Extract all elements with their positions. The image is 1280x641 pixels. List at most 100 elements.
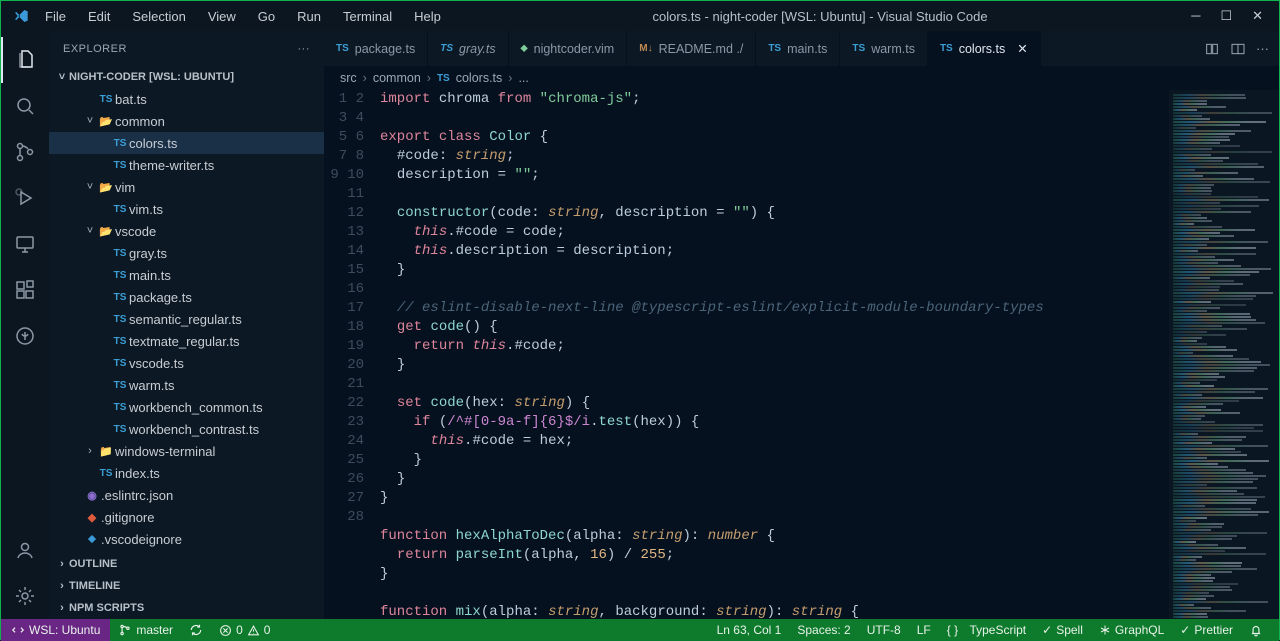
tree-file[interactable]: TSgray.ts (49, 242, 324, 264)
sync-icon[interactable] (181, 619, 211, 641)
tree-folder[interactable]: ˅📂common (49, 110, 324, 132)
notifications-icon[interactable] (1241, 619, 1271, 641)
status-bar: WSL: Ubuntu master 0 0 Ln 63, Col 1 Spac… (1, 619, 1279, 641)
breadcrumb-seg[interactable]: src (340, 71, 357, 85)
explorer-more-icon[interactable]: ··· (298, 43, 311, 55)
tree-file[interactable]: TSworkbench_common.ts (49, 396, 324, 418)
tree-file[interactable]: TStextmate_regular.ts (49, 330, 324, 352)
remote-indicator[interactable]: WSL: Ubuntu (1, 619, 110, 641)
tree-file[interactable]: TSmain.ts (49, 264, 324, 286)
breadcrumb-more[interactable]: ... (518, 71, 528, 85)
problems-indicator[interactable]: 0 0 (211, 619, 278, 641)
editor-tab[interactable]: ⬥nightcoder.vim (509, 31, 628, 66)
close-icon[interactable]: ✕ (1252, 8, 1263, 24)
tree-file[interactable]: ◆.gitignore (49, 506, 324, 528)
tree-file[interactable]: TSbat.ts (49, 88, 324, 110)
tree-folder[interactable]: ›📁windows-terminal (49, 440, 324, 462)
explorer-sidebar: EXPLORER ··· ˅ NIGHT-CODER [WSL: UBUNTU]… (49, 31, 324, 619)
menu-selection[interactable]: Selection (124, 5, 193, 28)
minimap[interactable] (1169, 90, 1279, 619)
spell-indicator[interactable]: ✓ Spell (1034, 619, 1091, 641)
outline-label: OUTLINE (69, 558, 117, 570)
vscode-logo-icon (13, 8, 29, 24)
accounts-icon[interactable] (1, 527, 49, 573)
file-tree: TSbat.ts˅📂commonTScolors.tsTStheme-write… (49, 88, 324, 553)
editor-tab[interactable]: TSpackage.ts (324, 31, 428, 66)
timeline-label: TIMELINE (69, 580, 120, 592)
extensions-icon[interactable] (1, 267, 49, 313)
menu-terminal[interactable]: Terminal (335, 5, 400, 28)
breadcrumb-seg[interactable]: common (373, 71, 421, 85)
branch-label: master (136, 623, 173, 637)
graphql-indicator[interactable]: GraphQL (1091, 619, 1172, 641)
split-editor-icon[interactable] (1230, 41, 1246, 57)
outline-section[interactable]: ›OUTLINE (49, 553, 324, 575)
close-tab-icon[interactable]: ✕ (1017, 41, 1027, 56)
breadcrumb-seg[interactable]: colors.ts (456, 71, 503, 85)
menu-bar: File Edit Selection View Go Run Terminal… (37, 5, 449, 28)
encoding-indicator[interactable]: UTF-8 (859, 619, 909, 641)
editor-tab[interactable]: TSwarm.ts (840, 31, 928, 66)
tree-file[interactable]: TScolors.ts (49, 132, 324, 154)
tree-file[interactable]: ⬥.vscodeignore (49, 528, 324, 550)
npm-scripts-label: NPM SCRIPTS (69, 602, 144, 614)
editor-tab[interactable]: TSgray.ts (428, 31, 508, 66)
title-bar: File Edit Selection View Go Run Terminal… (1, 1, 1279, 31)
tree-file[interactable]: ◉.eslintrc.json (49, 484, 324, 506)
tree-file[interactable]: TSvscode.ts (49, 352, 324, 374)
menu-view[interactable]: View (200, 5, 244, 28)
tab-more-icon[interactable]: ··· (1256, 41, 1269, 56)
menu-help[interactable]: Help (406, 5, 449, 28)
language-indicator[interactable]: { } TypeScript (939, 619, 1034, 641)
editor-area: TSpackage.tsTSgray.ts⬥nightcoder.vimM↓RE… (324, 31, 1279, 619)
menu-edit[interactable]: Edit (80, 5, 118, 28)
graphql-label: GraphQL (1115, 623, 1164, 637)
settings-icon[interactable] (1, 573, 49, 619)
tree-file[interactable]: TSworkbench_contrast.ts (49, 418, 324, 440)
compare-icon[interactable] (1204, 41, 1220, 57)
menu-go[interactable]: Go (250, 5, 283, 28)
explorer-title: EXPLORER (63, 43, 127, 55)
tree-folder[interactable]: ˅📂vscode (49, 220, 324, 242)
maximize-icon[interactable]: ☐ (1220, 8, 1232, 24)
ts-icon: TS (437, 73, 450, 84)
timeline-section[interactable]: ›TIMELINE (49, 575, 324, 597)
spell-label: Spell (1056, 623, 1083, 637)
eol-indicator[interactable]: LF (909, 619, 939, 641)
lncol-indicator[interactable]: Ln 63, Col 1 (709, 619, 790, 641)
npm-scripts-section[interactable]: ›NPM SCRIPTS (49, 597, 324, 619)
breadcrumb[interactable]: src› common› TS colors.ts› ... (324, 66, 1279, 90)
tree-file[interactable]: TSindex.ts (49, 462, 324, 484)
editor-tab[interactable]: M↓README.md ./ (627, 31, 756, 66)
explorer-icon[interactable] (1, 37, 49, 83)
tree-file[interactable]: TSvim.ts (49, 198, 324, 220)
warnings-count: 0 (264, 623, 271, 637)
branch-indicator[interactable]: master (110, 619, 181, 641)
lang-label: TypeScript (969, 623, 1026, 637)
tree-file[interactable]: TSwarm.ts (49, 374, 324, 396)
line-gutter: 1 2 3 4 5 6 7 8 9 10 11 12 13 14 15 16 1… (324, 90, 380, 619)
minimize-icon[interactable]: ─ (1191, 8, 1200, 24)
prettier-label: Prettier (1194, 623, 1233, 637)
remote-label: WSL: Ubuntu (29, 623, 100, 637)
editor-tab[interactable]: TSmain.ts (756, 31, 840, 66)
activity-bar (1, 31, 49, 619)
debug-icon[interactable] (1, 175, 49, 221)
tree-file[interactable]: TSsemantic_regular.ts (49, 308, 324, 330)
search-activity-icon[interactable] (1, 83, 49, 129)
spaces-indicator[interactable]: Spaces: 2 (789, 619, 858, 641)
workspace-root-label: NIGHT-CODER [WSL: UBUNTU] (69, 71, 234, 83)
tree-file[interactable]: TStheme-writer.ts (49, 154, 324, 176)
errors-count: 0 (236, 623, 243, 637)
source-control-icon[interactable] (1, 129, 49, 175)
code-editor[interactable]: import chroma from "chroma-js"; export c… (380, 90, 1169, 619)
prettier-indicator[interactable]: ✓ Prettier (1172, 619, 1241, 641)
editor-tab[interactable]: TScolors.ts✕ (928, 31, 1041, 66)
git-graph-icon[interactable] (1, 313, 49, 359)
tree-file[interactable]: TSpackage.ts (49, 286, 324, 308)
remote-explorer-icon[interactable] (1, 221, 49, 267)
menu-run[interactable]: Run (289, 5, 329, 28)
workspace-root-header[interactable]: ˅ NIGHT-CODER [WSL: UBUNTU] (49, 66, 324, 88)
menu-file[interactable]: File (37, 5, 74, 28)
tree-folder[interactable]: ˅📂vim (49, 176, 324, 198)
